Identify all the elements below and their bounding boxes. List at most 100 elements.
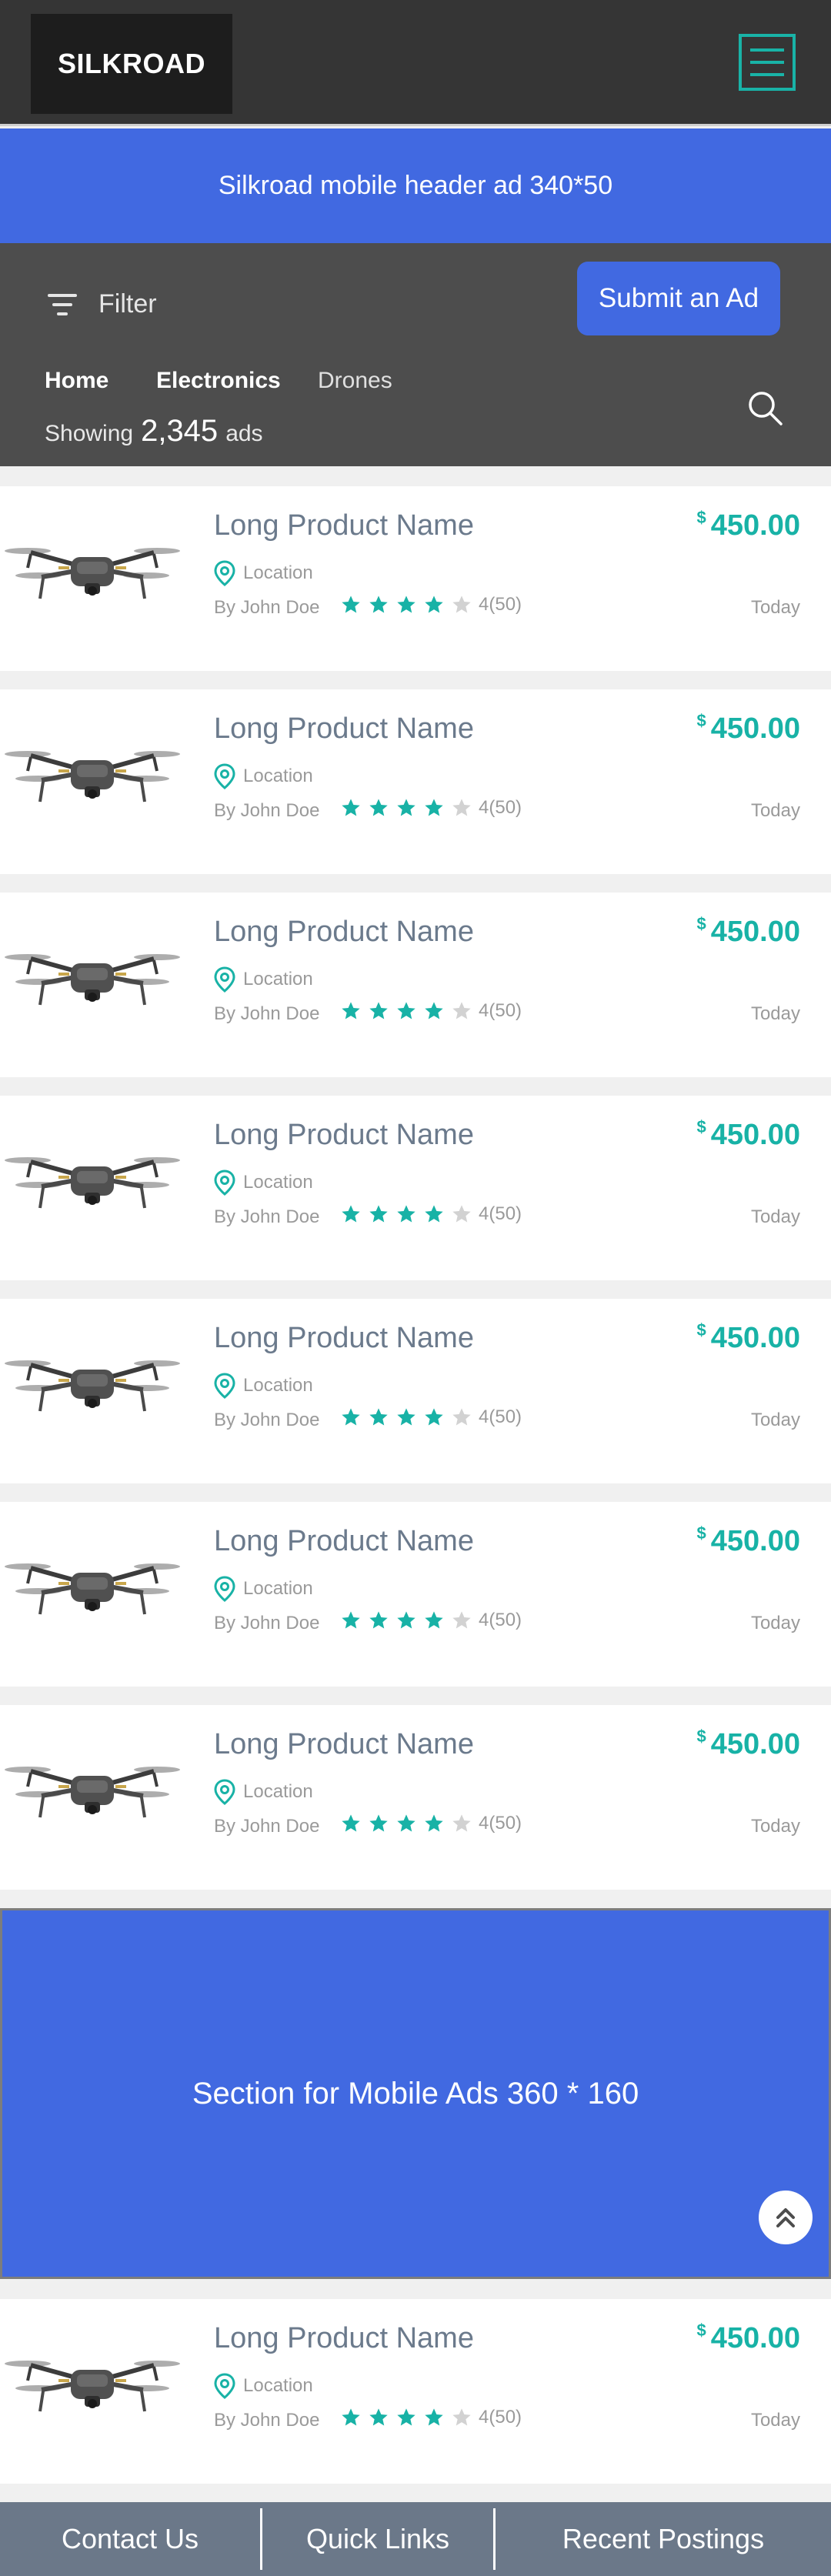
star-icon [425, 799, 443, 816]
star-icon [397, 1611, 416, 1629]
product-location: Location [214, 1373, 313, 1399]
posted-date: Today [750, 1613, 800, 1633]
posted-date: Today [750, 597, 800, 618]
rating: 4(50) [340, 2407, 522, 2428]
star-icon [452, 799, 471, 816]
breadcrumb-home[interactable]: Home [45, 368, 156, 394]
price-currency: $ [696, 1320, 706, 1340]
product-name[interactable]: Long Product Name [214, 509, 474, 542]
star-icon [452, 1408, 471, 1426]
star-icon [452, 596, 471, 613]
product-thumbnail[interactable] [5, 731, 180, 822]
rating-text: 4(50) [479, 797, 522, 818]
seller-name[interactable]: By John Doe [214, 1003, 319, 1025]
product-price: $450.00 [697, 508, 800, 542]
footer-quick-links[interactable]: Quick Links [262, 2523, 493, 2555]
footer-contact-us[interactable]: Contact Us [0, 2523, 260, 2555]
footer-recent-postings[interactable]: Recent Postings [496, 2523, 831, 2555]
product-thumbnail[interactable] [5, 1137, 180, 1228]
location-pin-icon [214, 966, 235, 993]
breadcrumb-electronics[interactable]: Electronics [156, 368, 318, 394]
product-name[interactable]: Long Product Name [214, 916, 474, 949]
star-icon [425, 596, 443, 613]
listing-card[interactable]: Long Product Name $450.00 Location By John … [0, 893, 831, 1077]
product-location: Location [214, 1576, 313, 1602]
product-location: Location [214, 966, 313, 993]
listing-card[interactable]: Long Product Name $450.00 Location By John … [0, 1502, 831, 1687]
star-icon [452, 1002, 471, 1019]
location-pin-icon [214, 560, 235, 586]
brand-logo[interactable]: SILKROAD [31, 14, 232, 114]
star-icon [425, 2408, 443, 2426]
star-icon [425, 1814, 443, 1832]
rating: 4(50) [340, 1203, 522, 1225]
posted-date: Today [750, 1816, 800, 1837]
product-name[interactable]: Long Product Name [214, 1728, 474, 1761]
product-thumbnail[interactable] [5, 528, 180, 619]
product-name[interactable]: Long Product Name [214, 1119, 474, 1152]
product-price: $450.00 [696, 1117, 800, 1152]
product-thumbnail[interactable] [5, 1747, 180, 1837]
star-icon [397, 799, 416, 816]
star-icon [369, 799, 388, 816]
location-text: Location [243, 1578, 313, 1599]
submit-ad-button[interactable]: Submit an Ad [577, 262, 780, 335]
product-name[interactable]: Long Product Name [214, 1322, 474, 1355]
product-location: Location [214, 1779, 313, 1805]
listing-card[interactable]: Long Product Name $450.00 Location By John … [0, 689, 831, 874]
product-price: $450.00 [696, 711, 800, 746]
location-text: Location [243, 562, 313, 583]
showing-count: 2,345 [141, 414, 219, 448]
seller-name[interactable]: By John Doe [214, 1816, 319, 1837]
product-location: Location [214, 1170, 313, 1196]
product-thumbnail[interactable] [5, 934, 180, 1025]
rating: 4(50) [340, 1813, 522, 1834]
price-value: 450.00 [710, 509, 800, 542]
mobile-ad-section[interactable]: Section for Mobile Ads 360 * 160 [0, 1908, 831, 2279]
product-name[interactable]: Long Product Name [214, 1525, 474, 1558]
star-icon [342, 1814, 360, 1832]
top-navbar: SILKROAD [0, 0, 831, 126]
star-icon [397, 2408, 416, 2426]
location-pin-icon [214, 1576, 235, 1602]
star-icon [452, 1611, 471, 1629]
posted-date: Today [750, 1206, 800, 1227]
header-ad-banner[interactable]: Silkroad mobile header ad 340*50 [0, 128, 831, 243]
menu-icon[interactable] [739, 34, 796, 91]
price-value: 450.00 [710, 2322, 800, 2354]
listing-card[interactable]: Long Product Name $450.00 Location By John … [0, 1096, 831, 1280]
seller-name[interactable]: By John Doe [214, 597, 319, 619]
price-value: 450.00 [710, 916, 800, 948]
seller-name[interactable]: By John Doe [214, 1206, 319, 1228]
showing-prefix: Showing [45, 421, 134, 446]
rating: 4(50) [340, 594, 522, 616]
product-thumbnail[interactable] [5, 1543, 180, 1634]
listing-card[interactable]: Long Product Name $450.00 Location By John … [0, 486, 831, 671]
price-currency: $ [696, 1117, 706, 1136]
product-price: $450.00 [696, 1320, 800, 1355]
product-thumbnail[interactable] [5, 2341, 180, 2431]
filter-label: Filter [98, 289, 157, 319]
product-location: Location [214, 763, 313, 789]
listing-card[interactable]: Long Product Name $450.00 Location By John … [0, 1705, 831, 1890]
listing-card[interactable]: Long Product Name $450.00 Location By John … [0, 2299, 831, 2484]
product-thumbnail[interactable] [5, 1340, 180, 1431]
listing-card[interactable]: Long Product Name $450.00 Location By John … [0, 1299, 831, 1483]
seller-name[interactable]: By John Doe [214, 800, 319, 822]
product-price: $450.00 [697, 1727, 800, 1761]
star-icon [397, 1408, 416, 1426]
seller-name[interactable]: By John Doe [214, 2410, 319, 2431]
rating-text: 4(50) [479, 1203, 522, 1224]
search-icon[interactable] [746, 389, 783, 426]
rating-text: 4(50) [479, 1000, 522, 1021]
filter-button[interactable]: Filter [48, 289, 157, 319]
scroll-to-top-button[interactable] [759, 2191, 813, 2244]
seller-name[interactable]: By John Doe [214, 1410, 319, 1431]
star-icon [425, 1205, 443, 1223]
price-value: 450.00 [710, 1525, 800, 1557]
product-name[interactable]: Long Product Name [214, 2322, 474, 2355]
product-name[interactable]: Long Product Name [214, 712, 474, 746]
seller-name[interactable]: By John Doe [214, 1613, 319, 1634]
price-currency: $ [696, 711, 706, 730]
star-icon [342, 799, 360, 816]
